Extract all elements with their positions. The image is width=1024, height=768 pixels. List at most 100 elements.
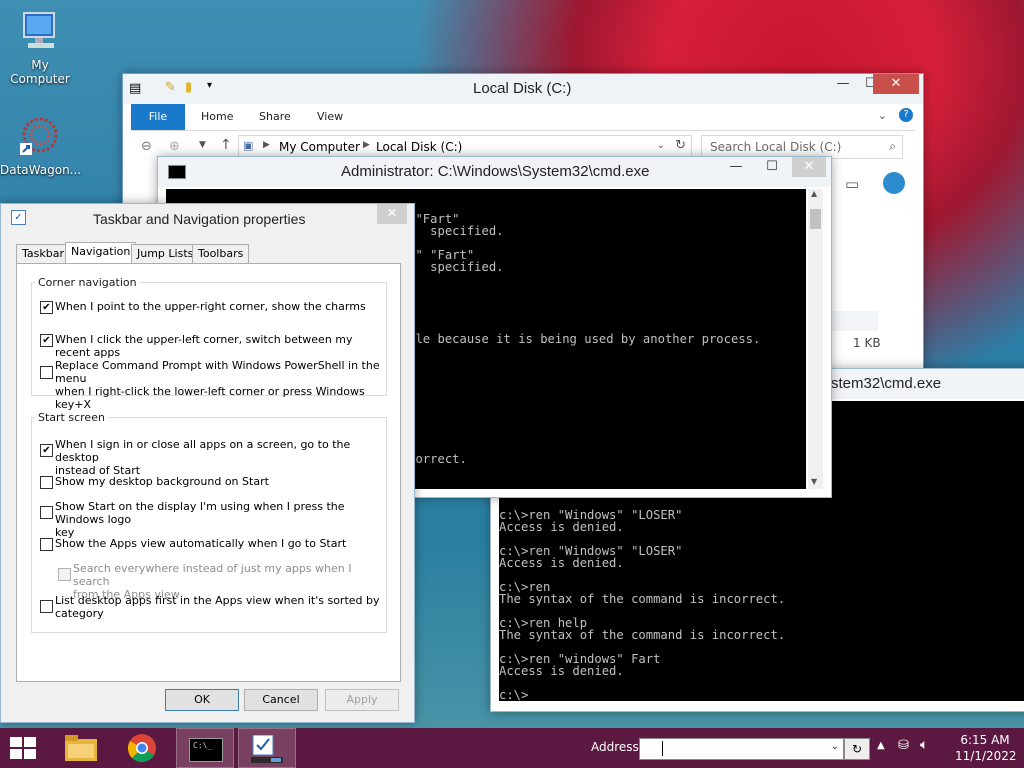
taskbar: C:\_ Address ⌄ ↻ ▲ ⛁ 🔈︎ 6:15 AM 11/1/202…: [0, 728, 1024, 768]
ribbon-tabs: File Home Share View ⌄ ?: [131, 104, 915, 131]
checkbox-powershell[interactable]: [40, 366, 53, 379]
tab-navigation[interactable]: Navigation: [65, 242, 137, 264]
dialog-close-button[interactable]: ✕: [377, 204, 407, 224]
toolbar-strip: ▭: [823, 171, 923, 201]
option-recent-apps[interactable]: ✔ When I click the upper-left corner, sw…: [40, 333, 386, 359]
quick-access-dropdown-icon[interactable]: ▾: [207, 80, 212, 91]
tab-jump-lists[interactable]: Jump Lists: [131, 244, 200, 263]
tab-view[interactable]: View: [317, 104, 343, 130]
new-folder-icon[interactable]: ▮: [185, 80, 192, 95]
tab-file[interactable]: File: [131, 104, 185, 130]
back-icon[interactable]: ⊖: [141, 139, 152, 154]
refresh-icon[interactable]: ↻: [675, 138, 686, 153]
dialog-icon: ✓: [11, 210, 26, 225]
apply-button[interactable]: Apply: [325, 689, 399, 711]
breadcrumb-my-computer[interactable]: My Computer: [279, 140, 360, 154]
dialog-titlebar[interactable]: ✓ Taskbar and Navigation properties ✕: [1, 204, 414, 234]
tab-taskbar[interactable]: Taskbar: [16, 244, 70, 263]
windows-logo-icon: [10, 737, 36, 759]
scroll-thumb[interactable]: [810, 209, 821, 229]
taskbar-chrome[interactable]: [114, 728, 172, 768]
breadcrumb-local-disk[interactable]: Local Disk (C:): [376, 140, 462, 154]
quick-access-icon[interactable]: ▤: [129, 81, 141, 96]
scroll-up-icon[interactable]: ▲: [811, 189, 817, 198]
desktop-icon-label: DataWagon...: [0, 163, 82, 177]
help-icon[interactable]: ?: [899, 108, 913, 122]
desktop-icon-label: My Computer: [10, 58, 70, 86]
start-screen-group: ✔ When I sign in or close all apps on a …: [31, 417, 387, 633]
desktop-icon-datawagon[interactable]: DataWagon...: [0, 115, 82, 177]
checkbox-desktop-apps-first[interactable]: [40, 600, 53, 613]
option-go-to-desktop[interactable]: ✔ When I sign in or close all apps on a …: [40, 438, 386, 477]
console-line: c:\>: [499, 688, 529, 701]
tab-toolbars[interactable]: Toolbars: [192, 244, 250, 263]
network-icon[interactable]: ⛁: [898, 738, 909, 753]
taskbar-properties-dialog[interactable]: ✓ Taskbar and Navigation properties ✕ Ta…: [0, 203, 415, 723]
folder-icon: [65, 735, 97, 761]
cmd1-title: Administrator: C:\Windows\System32\cmd.e…: [341, 163, 650, 180]
ribbon-expand-icon[interactable]: ⌄: [878, 109, 887, 122]
taskbar-file-explorer[interactable]: [52, 728, 110, 768]
close-button[interactable]: ✕: [873, 74, 919, 94]
datawagon-icon: [18, 115, 62, 159]
maximize-button[interactable]: ☐: [758, 157, 786, 177]
taskbar-properties-icon: [251, 735, 283, 763]
cmd1-titlebar[interactable]: Administrator: C:\Windows\System32\cmd.e…: [158, 157, 831, 187]
checkbox-desktop-background[interactable]: [40, 476, 53, 489]
preview-pane-icon[interactable]: ▭: [845, 175, 859, 193]
minimize-button[interactable]: —: [829, 74, 857, 94]
minimize-button[interactable]: —: [722, 157, 750, 177]
search-icon[interactable]: ⌕: [889, 139, 896, 154]
start-button[interactable]: [0, 728, 48, 768]
show-hidden-icons-icon[interactable]: ▲: [877, 740, 885, 751]
address-go-button[interactable]: ↻: [844, 738, 870, 760]
navigation-tab-panel: ✔ When I point to the upper-right corner…: [16, 263, 401, 682]
cmd2-title: stem32\cmd.exe: [831, 375, 942, 392]
tab-home[interactable]: Home: [201, 104, 233, 130]
option-charms[interactable]: ✔ When I point to the upper-right corner…: [40, 300, 366, 314]
address-dropdown-icon[interactable]: ⌄: [657, 140, 665, 151]
details-pane-icon[interactable]: [883, 172, 905, 194]
option-desktop-background[interactable]: Show my desktop background on Start: [40, 475, 269, 489]
checkbox-start-on-display[interactable]: [40, 506, 53, 519]
scroll-down-icon[interactable]: ▼: [811, 477, 817, 486]
desktop-icon-my-computer[interactable]: My Computer: [0, 10, 80, 86]
cancel-button[interactable]: Cancel: [244, 689, 318, 711]
clock[interactable]: 6:15 AM 11/1/2022: [955, 732, 1017, 764]
forward-icon[interactable]: ⊕: [169, 139, 180, 154]
option-start-on-display[interactable]: Show Start on the display I'm using when…: [40, 500, 386, 539]
address-dropdown-icon[interactable]: ⌄: [831, 741, 839, 752]
properties-icon[interactable]: ✎: [165, 80, 176, 95]
checkbox-apps-view[interactable]: [40, 538, 53, 551]
option-apps-view[interactable]: Show the Apps view automatically when I …: [40, 537, 346, 551]
corner-navigation-title: Corner navigation: [35, 276, 140, 289]
address-toolbar-input[interactable]: ⌄: [639, 738, 844, 760]
search-input[interactable]: Search Local Disk (C:): [710, 140, 841, 154]
address-toolbar-label: Address: [591, 740, 639, 754]
volume-icon[interactable]: 🔈︎: [920, 737, 928, 753]
close-button[interactable]: ✕: [792, 157, 826, 177]
option-powershell[interactable]: Replace Command Prompt with Windows Powe…: [40, 359, 386, 411]
explorer-title: Local Disk (C:): [473, 80, 572, 97]
cmd-taskbar-icon: C:\_: [189, 738, 223, 762]
clock-time: 6:15 AM: [960, 733, 1010, 747]
recent-locations-icon[interactable]: ▼: [199, 140, 206, 150]
checkbox-recent-apps[interactable]: ✔: [40, 334, 53, 347]
cmd1-scrollbar[interactable]: ▲ ▼: [808, 189, 823, 489]
checkbox-go-to-desktop[interactable]: ✔: [40, 444, 53, 457]
option-desktop-apps-first[interactable]: List desktop apps first in the Apps view…: [40, 594, 380, 620]
drive-icon: ▣: [243, 139, 254, 152]
taskbar-cmd[interactable]: C:\_: [176, 728, 234, 768]
text-cursor: [662, 741, 663, 756]
tab-share[interactable]: Share: [259, 104, 291, 130]
taskbar-properties[interactable]: [238, 728, 296, 768]
explorer-titlebar[interactable]: ▤ ✎ ▮ ▾ Local Disk (C:) — ☐ ✕: [123, 74, 923, 104]
up-icon[interactable]: ↑: [220, 137, 232, 153]
ok-button[interactable]: OK: [165, 689, 239, 711]
breadcrumb-chevron-icon: ▶: [363, 140, 370, 150]
console-line: Access is denied.: [499, 556, 624, 570]
console-line: The syntax of the command is incorrect.: [499, 628, 786, 642]
checkbox-charms[interactable]: ✔: [40, 301, 53, 314]
